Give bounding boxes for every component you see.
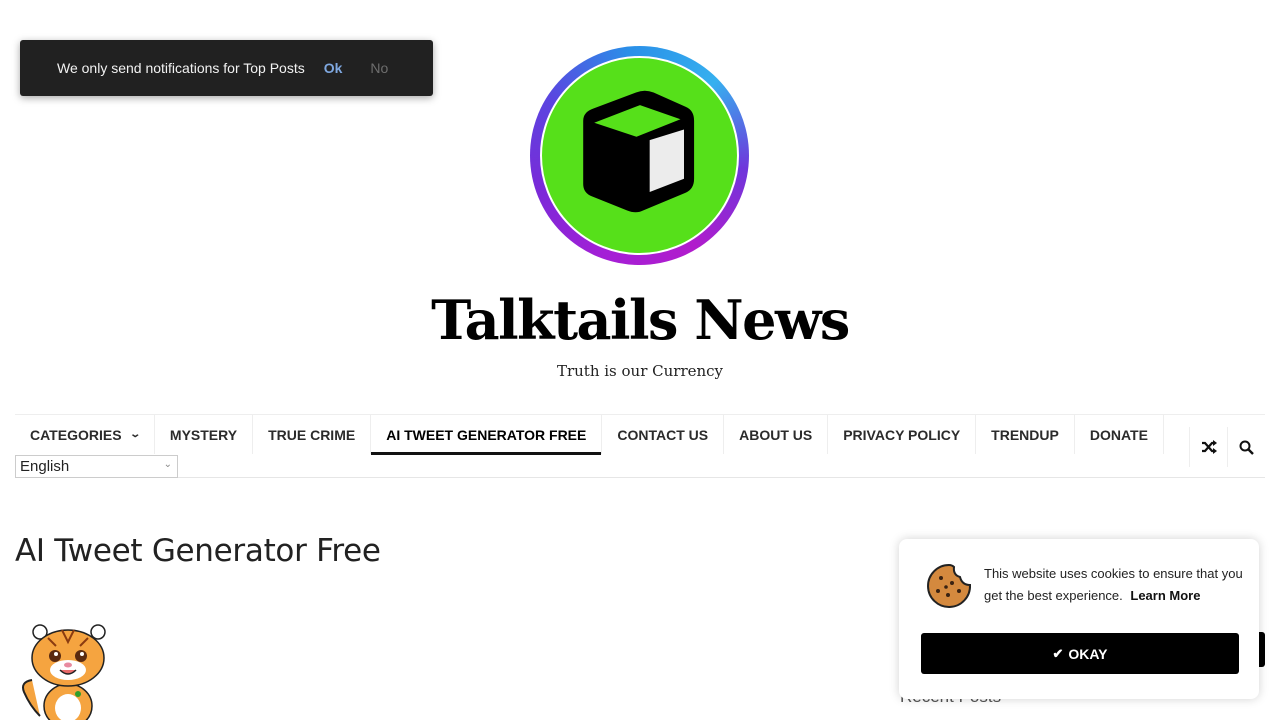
nav-item-label: AI TWEET GENERATOR FREE	[386, 426, 587, 443]
search-icon	[1239, 440, 1254, 455]
cookie-message-block: This website uses cookies to ensure that…	[984, 563, 1249, 607]
nav-item-label: TRUE CRIME	[268, 426, 356, 443]
chevron-down-icon: ⌄	[163, 459, 172, 470]
cookie-icon	[927, 563, 972, 608]
language-selected: English	[20, 458, 70, 475]
nav-item-label: TRENDUP	[991, 426, 1059, 443]
site-tagline: Truth is our Currency	[556, 362, 724, 380]
notification-no-button[interactable]: No	[370, 60, 388, 76]
nav-item-contact-us[interactable]: CONTACT US	[602, 415, 725, 454]
nav-item-donate[interactable]: DONATE	[1075, 415, 1164, 454]
page-title: AI Tweet Generator Free	[15, 533, 381, 569]
okay-label: OKAY	[1068, 645, 1108, 662]
site-title[interactable]: Talktails News	[0, 288, 1280, 352]
nav-item-privacy-policy[interactable]: PRIVACY POLICY	[828, 415, 977, 454]
cube-icon	[583, 90, 695, 213]
tiger-mascot-image	[22, 624, 106, 720]
nav-item-label: CONTACT US	[617, 426, 709, 443]
nav-item-label: PRIVACY POLICY	[843, 426, 961, 443]
nav-item-label: DONATE	[1089, 426, 1148, 443]
nav-item-label: CATEGORIES	[30, 426, 122, 443]
notification-message: We only send notifications for Top Posts	[57, 60, 305, 76]
shuffle-icon	[1201, 440, 1217, 454]
nav-item-ai-tweet-generator[interactable]: AI TWEET GENERATOR FREE	[371, 415, 603, 455]
random-post-button[interactable]	[1189, 427, 1227, 467]
search-button[interactable]	[1227, 427, 1265, 467]
cookie-consent-banner: This website uses cookies to ensure that…	[899, 539, 1259, 699]
nav-item-mystery[interactable]: MYSTERY	[155, 415, 254, 454]
nav-item-categories[interactable]: CATEGORIES ⌄	[15, 415, 155, 454]
nav-item-about-us[interactable]: ABOUT US	[724, 415, 829, 454]
nav-item-label: ABOUT US	[739, 426, 813, 443]
main-navigation: CATEGORIES ⌄ MYSTERY TRUE CRIME AI TWEET…	[15, 414, 1265, 478]
chevron-down-icon: ⌄	[128, 429, 141, 440]
notification-prompt: We only send notifications for Top Posts…	[20, 40, 433, 96]
nav-item-true-crime[interactable]: TRUE CRIME	[253, 415, 372, 454]
cookie-okay-button[interactable]: ✔ OKAY	[921, 633, 1239, 674]
notification-ok-button[interactable]: Ok	[324, 60, 343, 76]
check-icon: ✔	[1052, 645, 1064, 661]
site-logo[interactable]	[530, 46, 749, 265]
cookie-message: This website uses cookies to ensure that…	[984, 566, 1243, 603]
nav-item-trendup[interactable]: TRENDUP	[976, 415, 1075, 454]
language-select[interactable]: English ⌄	[15, 455, 178, 478]
nav-item-label: MYSTERY	[169, 426, 238, 443]
learn-more-link[interactable]: Learn More	[1130, 588, 1200, 603]
